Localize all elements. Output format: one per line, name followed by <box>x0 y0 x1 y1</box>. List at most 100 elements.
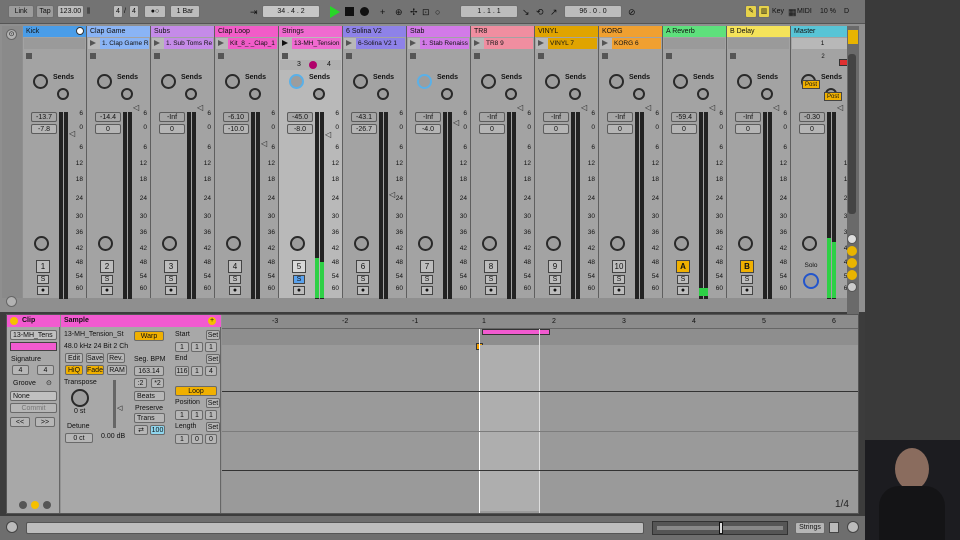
pan-knob[interactable] <box>802 236 817 251</box>
position-set-button[interactable]: Set <box>206 398 220 408</box>
clip-stop-icon[interactable] <box>346 53 352 59</box>
volume-value[interactable]: -0.30 <box>799 112 825 122</box>
volume-value[interactable]: -Inf <box>543 112 569 122</box>
sample-expand-icon[interactable]: + <box>208 317 216 325</box>
draw-pencil-icon[interactable]: ✎ <box>745 5 757 18</box>
returns-view-icon[interactable] <box>847 258 857 268</box>
track-activator[interactable]: 6 <box>356 260 370 273</box>
volume-fader-handle[interactable]: ◁ <box>325 130 331 139</box>
empty-clip-slot[interactable] <box>24 38 85 49</box>
solo-button[interactable]: S <box>485 275 497 284</box>
track-name[interactable]: B Delay <box>727 26 790 37</box>
clip-slot[interactable]: VINYL 7 <box>536 38 597 49</box>
peak-value[interactable]: 0 <box>799 124 825 134</box>
hiq-button[interactable]: HiQ <box>65 365 83 375</box>
reverse-button[interactable]: Rev. <box>107 353 125 363</box>
post-button-2[interactable]: Post <box>824 92 842 101</box>
link-button[interactable]: Link <box>8 5 34 18</box>
end-bar[interactable]: 116 <box>175 366 189 376</box>
detail-hide-icon[interactable] <box>847 521 859 533</box>
track-name[interactable]: Master <box>791 26 854 37</box>
clip-launch-icon[interactable] <box>410 40 416 46</box>
send-b-knob[interactable] <box>505 88 517 100</box>
track-activator[interactable]: 2 <box>100 260 114 273</box>
computer-midi-icon[interactable]: ▦ <box>788 7 797 18</box>
metronome-button[interactable]: ●○ <box>144 5 166 18</box>
clip-slot[interactable]: KORG 6 <box>600 38 661 49</box>
peak-value[interactable]: -4.0 <box>415 124 441 134</box>
arm-button[interactable]: ● <box>421 286 433 295</box>
signature-denominator[interactable]: 4 <box>129 5 139 18</box>
stop-icon[interactable] <box>345 7 354 16</box>
length-bar[interactable]: 1 <box>175 434 189 444</box>
volume-value[interactable]: -45.0 <box>287 112 313 122</box>
pan-knob[interactable] <box>738 236 753 251</box>
send-a-knob[interactable] <box>225 74 240 89</box>
clip-launch-icon[interactable] <box>474 40 480 46</box>
volume-value[interactable]: -59.4 <box>671 112 697 122</box>
signature-numerator[interactable]: 4 <box>113 5 123 18</box>
solo-button[interactable]: S <box>229 275 241 284</box>
send-a-knob[interactable] <box>289 74 304 89</box>
punch-out-icon[interactable]: ↗ <box>550 7 558 18</box>
clip-slot[interactable]: 1. Clap Game Re <box>88 38 149 49</box>
send-b-knob[interactable] <box>249 88 261 100</box>
end-beat[interactable]: 1 <box>191 366 203 376</box>
arm-button[interactable]: ● <box>613 286 625 295</box>
clip-stop-icon[interactable] <box>26 53 32 59</box>
pan-knob[interactable] <box>610 236 625 251</box>
clip-slot[interactable]: TR8 9 <box>472 38 533 49</box>
pan-knob[interactable] <box>546 236 561 251</box>
pan-knob[interactable] <box>34 236 49 251</box>
track-name[interactable]: A Reverb <box>663 26 726 37</box>
arm-button[interactable]: ● <box>101 286 113 295</box>
peak-value[interactable]: -8.0 <box>287 124 313 134</box>
solo-button[interactable]: S <box>677 275 689 284</box>
track-strip-7[interactable]: Stab 1. Stab Renaiss Sends -Inf -4.0 ◁ 6 0 6 12 18… <box>407 26 471 299</box>
start-bar[interactable]: 1 <box>175 342 189 352</box>
peak-value[interactable]: -7.8 <box>31 124 57 134</box>
play-icon[interactable] <box>330 6 340 18</box>
send-b-knob[interactable] <box>377 88 389 100</box>
capture-icon[interactable]: ✢ <box>410 7 418 18</box>
next-clip-button[interactable]: >> <box>35 417 55 427</box>
track-name[interactable]: Subs <box>151 26 214 37</box>
track-name[interactable]: Clap Loop <box>215 26 278 37</box>
clip-slot[interactable]: 1. Sub Toms Re <box>152 38 213 49</box>
clip-stop-icon[interactable] <box>90 53 96 59</box>
send-b-knob[interactable] <box>761 88 773 100</box>
arm-button[interactable]: ● <box>485 286 497 295</box>
clip-stop-icon[interactable] <box>410 53 416 59</box>
clip-sig-den[interactable]: 4 <box>37 365 54 375</box>
pan-knob[interactable] <box>674 236 689 251</box>
solo-button[interactable]: S <box>165 275 177 284</box>
cue-volume-knob[interactable] <box>803 273 819 289</box>
mixer-settings-icon[interactable] <box>6 296 17 307</box>
position-beat[interactable]: 1 <box>191 410 203 420</box>
save-button[interactable]: Save <box>86 353 104 363</box>
envelope-box-toggle-icon[interactable] <box>43 501 51 509</box>
track-activator[interactable]: 9 <box>548 260 562 273</box>
solo-button[interactable]: S <box>421 275 433 284</box>
peak-value[interactable]: 0 <box>159 124 185 134</box>
track-io-toggle-icon[interactable]: ⊙ <box>6 29 17 40</box>
fade-button[interactable]: Fade <box>86 365 104 375</box>
track-strip-13[interactable]: Master12SendsPostPost-0.300◁606121824303… <box>791 26 855 299</box>
info-view-icon[interactable] <box>6 521 18 533</box>
track-strip-1[interactable]: Kick Sends -13.7 -7.8 ◁ 6 0 6 12 18 24 30 36 42 48 54 60… <box>23 26 87 299</box>
track-activator[interactable]: 7 <box>420 260 434 273</box>
arm-button[interactable]: ● <box>677 286 689 295</box>
key-map-label[interactable]: Key <box>772 8 784 15</box>
scroll-top-icon[interactable] <box>848 30 858 44</box>
send-a-knob[interactable] <box>545 74 560 89</box>
volume-value[interactable]: -Inf <box>159 112 185 122</box>
peak-value[interactable]: 0 <box>607 124 633 134</box>
groove-hot-swap-icon[interactable]: ⊙ <box>46 379 52 387</box>
solo-button[interactable]: S <box>37 275 49 284</box>
send-b-knob[interactable] <box>185 88 197 100</box>
clip-launch-icon[interactable] <box>218 40 224 46</box>
detune-field[interactable]: 0 ct <box>65 433 93 443</box>
clip-launch-icon[interactable] <box>154 40 160 46</box>
volume-value[interactable]: -13.7 <box>31 112 57 122</box>
pan-knob[interactable] <box>98 236 113 251</box>
